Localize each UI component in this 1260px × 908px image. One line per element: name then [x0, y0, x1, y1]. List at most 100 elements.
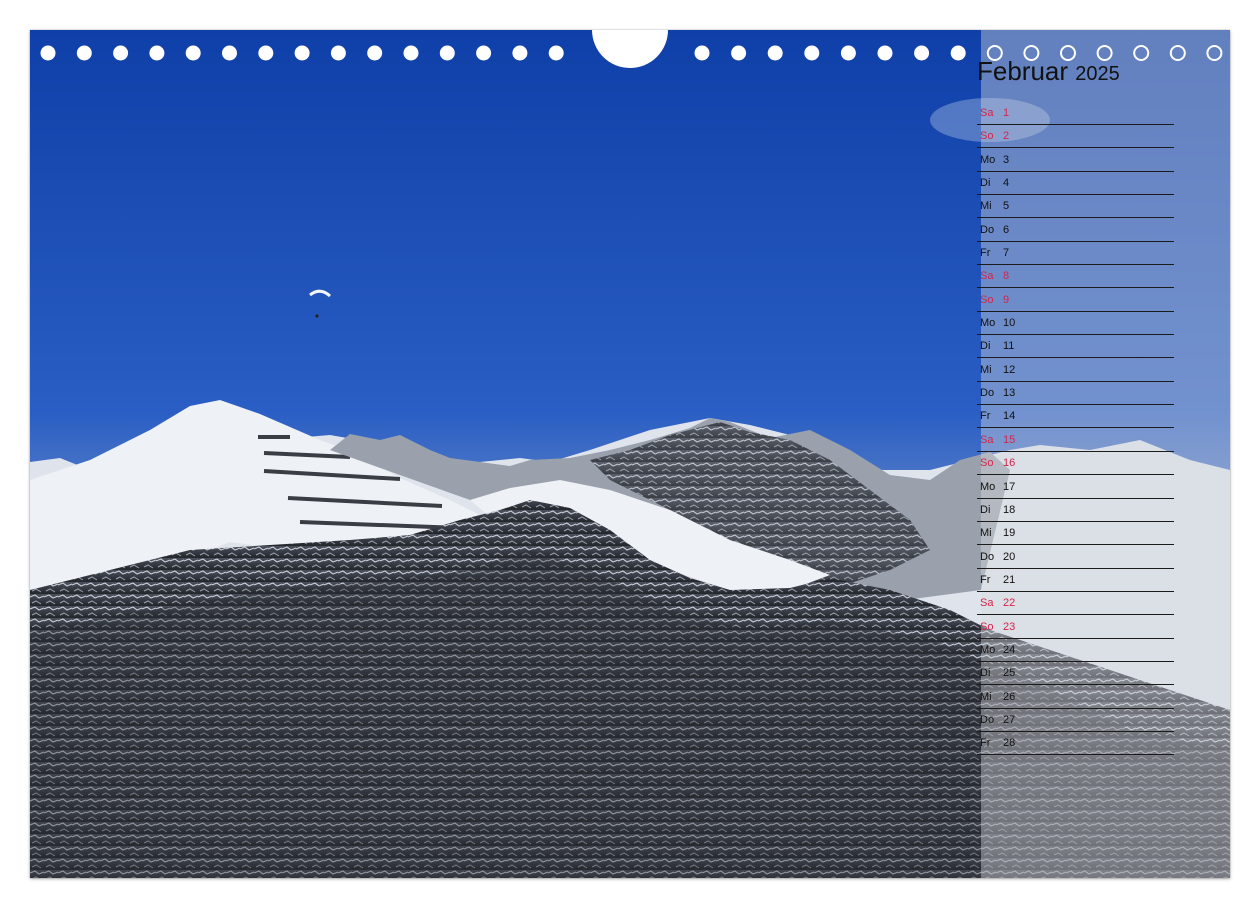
day-row: Mo 10 [977, 312, 1174, 336]
day-number: 17 [1003, 480, 1016, 493]
day-number: 8 [1003, 270, 1010, 283]
day-row: Mo 3 [977, 149, 1174, 172]
binding-hole [222, 45, 237, 61]
weekday-label: Sa [980, 597, 994, 610]
day-number: 22 [1003, 597, 1016, 610]
day-number: 10 [1003, 317, 1016, 330]
day-number: 12 [1003, 363, 1016, 376]
day-row: So 16 [977, 452, 1174, 476]
day-row: Mi 5 [977, 195, 1174, 219]
binding-hole [731, 45, 747, 61]
day-number: 7 [1003, 247, 1010, 260]
weekday-label: Mi [980, 690, 992, 703]
binding-hole [439, 45, 455, 61]
weekday-label: Di [980, 667, 991, 680]
binding-hole [149, 45, 165, 61]
day-row: Sa 8 [977, 265, 1174, 289]
binding-hole [950, 45, 966, 61]
weekday-label: Mo [980, 480, 996, 493]
day-number: 5 [1003, 200, 1010, 213]
weekday-label: Mo [980, 317, 996, 330]
weekday-label: Mi [980, 527, 992, 540]
binding-hole [804, 45, 820, 61]
weekday-label: Mi [980, 200, 992, 213]
weekday-label: Sa [980, 270, 994, 283]
day-row: Mo 24 [977, 639, 1174, 662]
binding-hole [1133, 45, 1150, 61]
weekday-label: Mo [980, 643, 996, 656]
weekday-label: Do [980, 713, 995, 726]
hanger-cutout [592, 30, 668, 68]
day-number: 11 [1003, 340, 1015, 353]
weekday-label: So [980, 457, 994, 470]
binding-hole [294, 45, 310, 61]
day-number: 2 [1003, 130, 1010, 143]
weekday-label: Sa [980, 433, 994, 446]
day-number: 15 [1003, 433, 1016, 446]
day-row: Fr 7 [977, 242, 1174, 266]
month-title: Februar 2025 [977, 56, 1120, 87]
binding-hole [914, 45, 930, 61]
day-number: 27 [1003, 713, 1016, 726]
binding-hole [40, 45, 56, 61]
day-number: 24 [1003, 643, 1016, 656]
binding-hole [840, 45, 856, 61]
weekday-label: Do [980, 550, 995, 563]
binding-hole [512, 45, 528, 61]
day-row: Mi 19 [977, 522, 1174, 546]
binding-hole [1169, 45, 1186, 61]
month-name: Februar [977, 56, 1069, 86]
weekday-label: Di [980, 340, 991, 353]
day-row: Mi 12 [977, 359, 1174, 382]
day-row: Fr 28 [977, 732, 1174, 756]
day-row: So 9 [977, 289, 1174, 312]
weekday-label: Mi [980, 363, 992, 376]
day-row: Do 13 [977, 382, 1174, 406]
binding-hole [877, 45, 893, 61]
binding-hole [1206, 45, 1223, 61]
day-number: 20 [1003, 550, 1016, 563]
binding-hole [767, 45, 783, 61]
day-number: 21 [1003, 573, 1016, 586]
day-row: Di 18 [977, 499, 1174, 522]
day-number: 13 [1003, 387, 1016, 400]
day-row: Mi 26 [977, 686, 1174, 709]
binding-hole [367, 45, 383, 61]
day-row: So 2 [977, 125, 1174, 149]
weekday-label: So [980, 620, 994, 633]
day-number: 25 [1003, 667, 1016, 680]
day-row: Di 11 [977, 335, 1174, 359]
binding-hole [548, 45, 564, 61]
weekday-label: Di [980, 503, 991, 516]
day-row: Di 4 [977, 172, 1174, 196]
binding-hole [403, 45, 419, 61]
weekday-label: Fr [980, 737, 991, 750]
binding-hole [113, 45, 129, 61]
day-number: 23 [1003, 620, 1016, 633]
weekday-label: Fr [980, 573, 991, 586]
binding-hole [694, 45, 710, 61]
day-row: Fr 14 [977, 405, 1174, 429]
day-row: Di 25 [977, 662, 1174, 686]
day-number: 3 [1003, 153, 1010, 166]
day-number: 6 [1003, 223, 1010, 236]
day-number: 18 [1003, 503, 1016, 516]
day-row: Do 6 [977, 219, 1174, 242]
binding-hole [258, 45, 274, 61]
day-number: 16 [1003, 457, 1016, 470]
year-label: 2025 [1075, 63, 1120, 85]
day-row: Do 20 [977, 546, 1174, 569]
binding-hole [185, 45, 201, 61]
day-row: Sa 1 [977, 102, 1174, 125]
day-row: So 23 [977, 616, 1174, 639]
day-row: Mo 17 [977, 476, 1174, 499]
weekday-label: Sa [980, 107, 994, 119]
weekday-label: Di [980, 177, 991, 190]
day-number: 26 [1003, 690, 1016, 703]
binding-hole [330, 45, 346, 61]
day-number: 28 [1003, 737, 1016, 750]
weekday-label: Fr [980, 410, 991, 423]
binding-hole [476, 45, 492, 61]
day-row: Fr 21 [977, 569, 1174, 592]
day-number: 14 [1003, 410, 1016, 423]
